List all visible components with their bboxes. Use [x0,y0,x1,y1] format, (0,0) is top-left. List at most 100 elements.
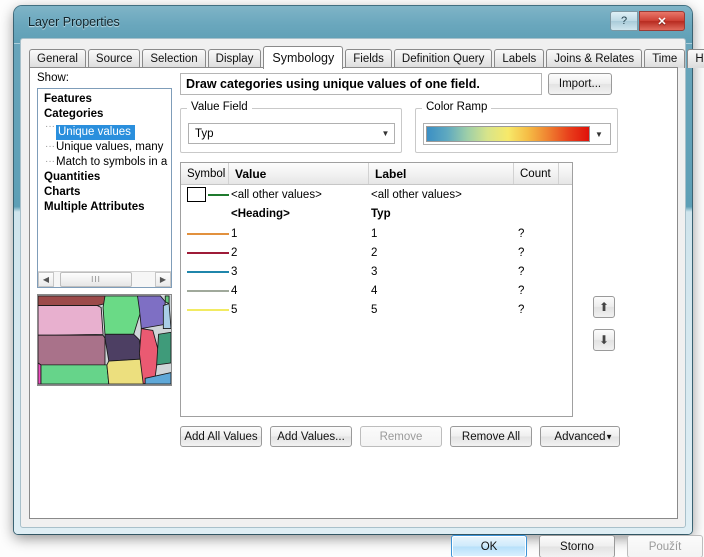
symbol-cell[interactable] [181,251,229,254]
table-row[interactable]: 4 4? [181,281,572,300]
advanced-button[interactable]: Advanced ▼ [540,426,620,447]
import-button[interactable]: Import... [548,73,612,95]
tree-item-match-to-symbols[interactable]: Match to symbols in a [42,154,171,170]
tree-item-multiple-attributes[interactable]: Multiple Attributes [42,200,171,215]
tree-item-charts[interactable]: Charts [42,185,171,200]
tree-item-features[interactable]: Features [42,92,171,107]
chevron-down-icon[interactable]: ▼ [605,432,613,441]
symbol-cell[interactable] [181,232,229,235]
symbol-classification-table[interactable]: Symbol Value Label Count <all other valu… [180,162,573,417]
symbol-swatch-line[interactable] [187,308,229,311]
tab-fields[interactable]: Fields [345,49,392,68]
count-cell[interactable]: ? [514,304,559,316]
symbol-cell[interactable] [181,308,229,311]
table-header-row: Symbol Value Label Count [181,163,572,185]
value-field-group: Value Field Typ ▼ [180,101,402,153]
tab-time[interactable]: Time [644,49,686,68]
scrollbar-track[interactable]: III [54,272,155,287]
remove-all-button[interactable]: Remove All [450,426,532,447]
label-cell[interactable]: 1 [369,228,514,240]
tree-item-unique-values-many[interactable]: Unique values, many [42,139,171,155]
label-cell[interactable]: 4 [369,285,514,297]
column-header-count[interactable]: Count [514,163,559,184]
color-ramp-combo[interactable]: ▼ [423,123,611,145]
tab-html-popup[interactable]: HTML Popup [687,49,704,68]
table-row[interactable]: 1 1? [181,224,572,243]
screen: Layer Properties ? ✕ General Source Sele… [0,0,704,557]
symbol-swatch-line[interactable] [187,232,229,235]
symbol-cell[interactable] [181,187,229,202]
tab-display[interactable]: Display [207,49,262,68]
count-cell[interactable]: ? [514,266,559,278]
tree-item-unique-values[interactable]: Unique values [56,125,135,140]
label-cell[interactable]: Typ [369,208,514,220]
map-region-purple-top [137,295,166,330]
value-cell[interactable]: <Heading> [229,208,369,220]
color-ramp-group-title: Color Ramp [422,101,492,113]
tab-labels[interactable]: Labels [494,49,545,68]
map-region-mauve [38,334,106,366]
map-region-green-right [164,295,170,305]
color-ramp-group: Color Ramp ▼ [415,101,618,153]
value-cell[interactable]: 4 [229,285,369,297]
table-row[interactable]: <all other values> <all other values> [181,185,572,204]
value-cell[interactable]: 1 [229,228,369,240]
symbol-swatch-box[interactable] [187,187,206,202]
close-icon[interactable]: ✕ [639,11,685,31]
tab-selection[interactable]: Selection [142,49,206,68]
tab-symbology[interactable]: Symbology [263,46,344,69]
value-cell[interactable]: <all other values> [229,189,369,201]
tree-horizontal-scrollbar[interactable]: ◀ III ▶ [38,271,171,287]
scrollbar-thumb[interactable]: III [60,272,132,287]
map-preview-svg [38,295,171,385]
symbol-swatch-line[interactable] [187,270,229,273]
count-cell[interactable]: ? [514,285,559,297]
label-cell[interactable]: 3 [369,266,514,278]
map-region-north-strip [38,295,106,306]
tab-source[interactable]: Source [87,49,141,68]
symbol-swatch-line[interactable] [187,289,229,292]
symbology-tree[interactable]: Features Categories Unique values Unique… [37,88,172,288]
symbol-cell[interactable] [181,270,229,273]
move-down-icon[interactable]: ⬇ [593,329,615,351]
count-cell[interactable]: ? [514,247,559,259]
ok-button[interactable]: OK [451,535,527,557]
add-values-button[interactable]: Add Values... [270,426,352,447]
label-cell[interactable]: 5 [369,304,514,316]
symbol-swatch-line[interactable] [187,251,229,254]
chevron-down-icon[interactable]: ▼ [377,124,394,143]
scroll-right-icon[interactable]: ▶ [155,272,171,287]
label-cell[interactable]: <all other values> [369,189,514,201]
tab-joins-relates[interactable]: Joins & Relates [546,49,643,68]
column-header-label[interactable]: Label [369,163,514,184]
add-all-values-button[interactable]: Add All Values [180,426,262,447]
scroll-left-icon[interactable]: ◀ [38,272,54,287]
table-row[interactable]: <Heading> Typ [181,204,572,224]
column-header-value[interactable]: Value [229,163,369,184]
value-cell[interactable]: 2 [229,247,369,259]
move-up-icon[interactable]: ⬆ [593,296,615,318]
value-cell[interactable]: 3 [229,266,369,278]
tree-item-quantities[interactable]: Quantities [42,170,171,185]
remove-button[interactable]: Remove [360,426,442,447]
table-row[interactable]: 2 2? [181,243,572,262]
tree-item-categories[interactable]: Categories [42,107,171,122]
map-region-dark-purple [104,333,142,362]
count-cell[interactable]: ? [514,228,559,240]
tab-general[interactable]: General [29,49,86,68]
apply-button[interactable]: Použít [627,535,703,557]
tab-definition-query[interactable]: Definition Query [393,49,493,68]
chevron-down-icon[interactable]: ▼ [590,130,608,139]
map-region-green-left [40,364,110,385]
column-header-symbol[interactable]: Symbol [181,163,229,184]
table-row[interactable]: 5 5? [181,300,572,319]
table-action-buttons: Add All Values Add Values... Remove Remo… [180,426,620,447]
value-cell[interactable]: 5 [229,304,369,316]
symbol-cell[interactable] [181,289,229,292]
table-row[interactable]: 3 3? [181,262,572,281]
help-button[interactable]: ? [610,11,638,31]
symbol-swatch-line [208,193,229,196]
cancel-button[interactable]: Storno [539,535,615,557]
value-field-combo[interactable]: Typ ▼ [188,123,395,144]
label-cell[interactable]: 2 [369,247,514,259]
